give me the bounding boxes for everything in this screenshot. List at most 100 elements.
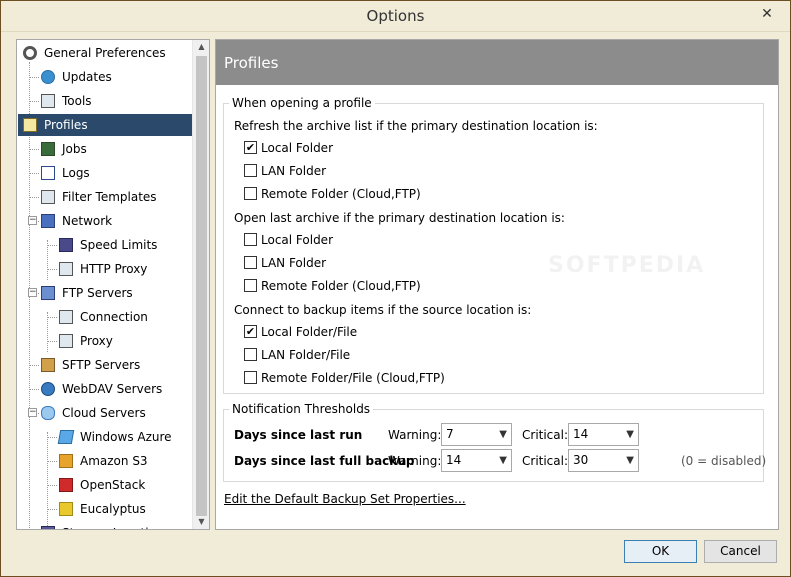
sidebar-item-label: General Preferences xyxy=(44,46,166,60)
checkbox-box[interactable] xyxy=(244,256,257,269)
sidebar-item-openstack[interactable]: OpenStack xyxy=(59,474,187,496)
sidebar-item-label: Filter Templates xyxy=(62,190,157,204)
collapse-icon[interactable]: − xyxy=(28,408,37,417)
sidebar-item-label: HTTP Proxy xyxy=(80,262,148,276)
chevron-down-icon: ▼ xyxy=(626,429,634,440)
last-run-warning-select[interactable]: 7 ▼ xyxy=(441,423,512,446)
sidebar-item-profiles[interactable]: Profiles xyxy=(18,114,192,136)
sidebar-item-eucalyptus[interactable]: Eucalyptus xyxy=(59,498,187,520)
sidebar-item-jobs[interactable]: Jobs xyxy=(41,138,187,160)
checkbox-box[interactable] xyxy=(244,187,257,200)
tree-connector xyxy=(47,269,57,270)
tree-line xyxy=(47,312,48,352)
options-window: Options ✕ General Preferences Updates Tool… xyxy=(0,0,791,577)
tree-connector xyxy=(29,149,39,150)
sidebar-item-tools[interactable]: Tools xyxy=(41,90,187,112)
sidebar-item-cloud-servers[interactable]: Cloud Servers xyxy=(41,402,187,424)
connect-heading: Connect to backup items if the source lo… xyxy=(234,303,532,317)
chevron-down-icon: ▼ xyxy=(499,429,507,440)
cancel-button[interactable]: Cancel xyxy=(704,540,777,563)
checkbox-box[interactable] xyxy=(244,371,257,384)
checkbox-box[interactable] xyxy=(244,164,257,177)
select-value: 14 xyxy=(446,453,462,467)
sidebar-item-connection[interactable]: Connection xyxy=(59,306,187,328)
collapse-icon[interactable]: − xyxy=(28,288,37,297)
storage-icon xyxy=(41,526,55,529)
openstack-icon xyxy=(59,478,73,492)
refresh-heading: Refresh the archive list if the primary … xyxy=(234,119,598,133)
sidebar-item-amazon-s3[interactable]: Amazon S3 xyxy=(59,450,187,472)
proxy-icon xyxy=(59,334,73,348)
checkbox-box[interactable] xyxy=(244,279,257,292)
globe-icon xyxy=(41,70,55,84)
cloud-icon xyxy=(41,406,55,420)
tree-connector xyxy=(47,341,57,342)
eucalyptus-icon xyxy=(59,502,73,516)
sidebar-item-speed-limits[interactable]: Speed Limits xyxy=(59,234,187,256)
sidebar-item-storage-locations[interactable]: Storage Locations xyxy=(41,522,187,529)
sidebar-item-label: SFTP Servers xyxy=(62,358,141,372)
critical-label: Critical: xyxy=(522,428,569,442)
sidebar-item-http-proxy[interactable]: HTTP Proxy xyxy=(59,258,187,280)
tools-icon xyxy=(41,94,55,108)
sftp-icon xyxy=(41,358,55,372)
scroll-down-icon[interactable]: ▼ xyxy=(193,515,209,529)
window-title: Options xyxy=(366,7,425,25)
sidebar-item-label: Speed Limits xyxy=(80,238,158,252)
checkbox-label: Local Folder/File xyxy=(261,325,358,339)
edit-default-backup-set-link[interactable]: Edit the Default Backup Set Properties..… xyxy=(224,492,466,506)
scroll-up-icon[interactable]: ▲ xyxy=(193,40,209,54)
sidebar-item-label: WebDAV Servers xyxy=(62,382,163,396)
collapse-icon[interactable]: − xyxy=(28,216,37,225)
select-value: 7 xyxy=(446,427,454,441)
sidebar-item-label: Storage Locations xyxy=(62,522,170,529)
ok-button[interactable]: OK xyxy=(624,540,697,563)
sidebar-item-webdav-servers[interactable]: WebDAV Servers xyxy=(41,378,187,400)
jobs-icon xyxy=(41,142,55,156)
sidebar-item-label: Profiles xyxy=(44,118,88,132)
scroll-thumb[interactable] xyxy=(196,56,207,516)
tree-connector xyxy=(29,173,39,174)
tree-connector xyxy=(47,461,57,462)
checkbox-label: Local Folder xyxy=(261,141,333,155)
full-backup-critical-select[interactable]: 30 ▼ xyxy=(568,449,639,472)
checkmark-icon[interactable]: ✔ xyxy=(244,325,257,338)
sidebar-item-proxy[interactable]: Proxy xyxy=(59,330,187,352)
sidebar-item-label: Proxy xyxy=(80,334,113,348)
disabled-hint: (0 = disabled) xyxy=(681,454,767,468)
webdav-icon xyxy=(41,382,55,396)
full-backup-warning-select[interactable]: 14 ▼ xyxy=(441,449,512,472)
sidebar-item-filter-templates[interactable]: Filter Templates xyxy=(41,186,187,208)
logs-icon xyxy=(41,166,55,180)
tree-line xyxy=(47,240,48,280)
tree-connector xyxy=(47,437,57,438)
checkbox-label: LAN Folder xyxy=(261,256,327,270)
checkbox-label: LAN Folder xyxy=(261,164,327,178)
checkbox-label: LAN Folder/File xyxy=(261,348,351,362)
last-run-critical-select[interactable]: 14 ▼ xyxy=(568,423,639,446)
tree-connector xyxy=(29,197,39,198)
sidebar-item-label: Connection xyxy=(80,310,148,324)
days-since-last-run-label: Days since last run xyxy=(234,428,363,442)
ftp-icon xyxy=(41,286,55,300)
sidebar-item-logs[interactable]: Logs xyxy=(41,162,187,184)
chevron-down-icon: ▼ xyxy=(626,455,634,466)
sidebar-item-label: Logs xyxy=(62,166,90,180)
open-heading: Open last archive if the primary destina… xyxy=(234,211,565,225)
sidebar-item-ftp-servers[interactable]: FTP Servers xyxy=(41,282,187,304)
close-button[interactable]: ✕ xyxy=(754,4,780,24)
checkbox-box[interactable] xyxy=(244,233,257,246)
tree-scrollbar[interactable]: ▲ ▼ xyxy=(192,40,209,529)
sidebar-item-sftp-servers[interactable]: SFTP Servers xyxy=(41,354,187,376)
options-tree: General Preferences Updates Tools Profiles J… xyxy=(16,39,210,530)
sidebar-item-network[interactable]: Network xyxy=(41,210,187,232)
sidebar-item-updates[interactable]: Updates xyxy=(41,66,187,88)
sidebar-item-label: Jobs xyxy=(62,142,87,156)
amazon-s3-icon xyxy=(59,454,73,468)
tree-connector xyxy=(29,77,39,78)
sidebar-item-general-preferences[interactable]: General Preferences xyxy=(23,42,187,64)
checkmark-icon[interactable]: ✔ xyxy=(244,141,257,154)
checkbox-box[interactable] xyxy=(244,348,257,361)
title-bar[interactable]: Options ✕ xyxy=(1,1,790,32)
sidebar-item-windows-azure[interactable]: Windows Azure xyxy=(57,426,187,448)
